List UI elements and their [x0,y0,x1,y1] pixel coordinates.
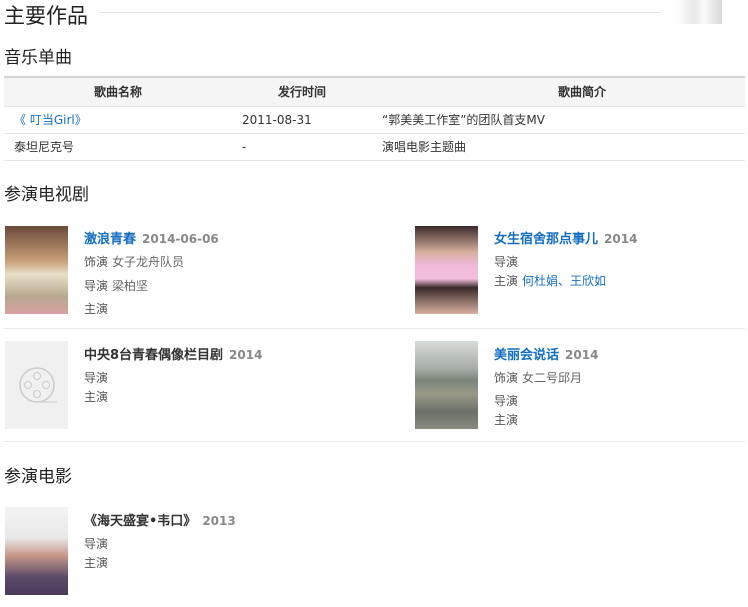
col-header: 歌曲名称 [4,77,232,107]
song-desc: 演唱电影主题曲 [372,133,745,161]
tv-title: 中央8台青春偶像栏目剧 [84,348,224,363]
movie-date: 2013 [202,514,236,528]
director-label: 导演 [494,394,519,408]
cast-label: 主演 [84,302,109,316]
cast-link[interactable]: 何杜娟、王欣如 [522,274,606,288]
role-value: 女子龙舟队员 [112,255,185,269]
movie-title: 《海天盛宴•韦口》 [84,514,197,529]
poster-image[interactable] [415,226,478,314]
poster-image[interactable] [5,226,68,314]
song-name-link[interactable]: 《 叮当Girl》 [4,106,232,134]
director-label: 导演 [84,279,109,293]
cast-label: 主演 [84,390,109,404]
role-label: 饰演 [84,255,109,269]
page-title: 主要作品 [4,4,88,28]
director-label: 导演 [84,371,109,385]
cast-label: 主演 [494,274,519,288]
music-table: 歌曲名称 发行时间 歌曲简介 《 叮当Girl》 2011-08-31 “郭美美工作室”… [4,76,745,161]
placeholder-poster[interactable] [5,341,68,429]
tv-date: 2014-06-06 [142,232,219,246]
poster-image[interactable] [415,341,478,429]
role-label: 饰演 [494,371,519,385]
song-name: 泰坦尼克号 [4,133,232,161]
tv-date: 2014 [565,348,599,362]
row-divider [4,441,745,442]
tv-title-link[interactable]: 女生宿舍那点事儿 [494,232,598,247]
release-date: 2011-08-31 [232,106,372,134]
poster-image[interactable] [5,507,68,595]
cast-label: 主演 [494,413,519,427]
film-reel-icon [19,367,57,403]
director-label: 导演 [494,255,519,269]
director-label: 导演 [84,537,109,551]
tv-date: 2014 [604,232,638,246]
title-divider [100,12,660,13]
tv-date: 2014 [229,348,263,362]
decorative-corner [676,0,722,24]
movie-section-title: 参演电影 [4,467,72,487]
song-desc: “郭美美工作室”的团队首支MV [372,106,745,134]
tv-title-link[interactable]: 美丽会说话 [494,348,559,363]
table-row: 《 叮当Girl》 2011-08-31 “郭美美工作室”的团队首支MV [4,106,745,134]
role-value: 女二号邱月 [522,371,583,385]
cast-label: 主演 [84,556,109,570]
tv-section-title: 参演电视剧 [4,185,89,205]
release-date: - [232,133,372,161]
row-divider [4,328,745,329]
director-value: 梁柏坚 [112,279,149,293]
tv-title-link[interactable]: 激浪青春 [84,232,136,247]
music-section-title: 音乐单曲 [4,48,72,68]
col-header: 发行时间 [232,77,372,107]
table-row: 泰坦尼克号 - 演唱电影主题曲 [4,133,745,161]
col-header: 歌曲简介 [372,77,745,107]
